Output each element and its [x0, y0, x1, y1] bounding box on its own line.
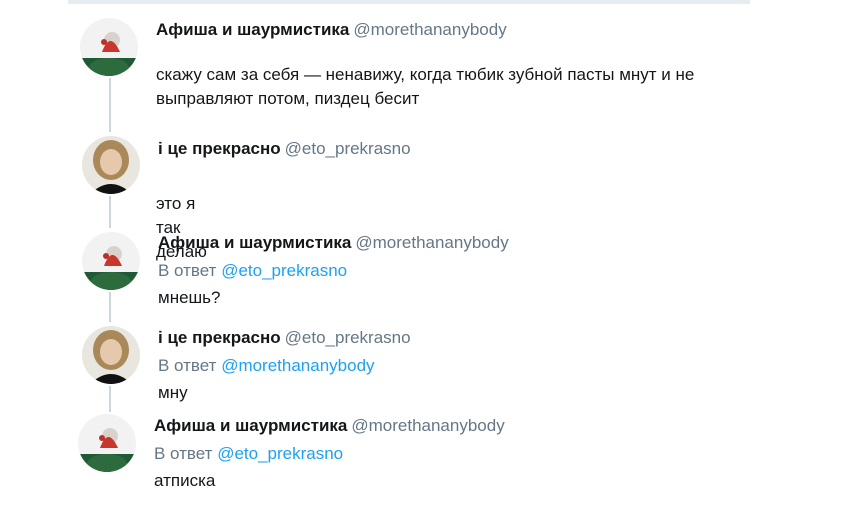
thread-connector — [109, 78, 111, 132]
tweet-header: Афиша и шаурмистика @morethananybody — [154, 416, 505, 436]
reply-context: В ответ @eto_prekrasno — [158, 261, 347, 281]
thread-connector — [109, 386, 111, 412]
reply-mention-link[interactable]: @morethananybody — [221, 356, 374, 375]
author-handle[interactable]: @morethananybody — [353, 20, 506, 39]
avatar[interactable] — [82, 136, 140, 194]
reply-context: В ответ @morethananybody — [158, 356, 375, 376]
tweet-text: скажу сам за себя — ненавижу, когда тюби… — [156, 63, 776, 111]
avatar[interactable] — [80, 18, 138, 76]
author-name[interactable]: і це прекрасно — [158, 139, 281, 158]
tweet-text: мну — [158, 383, 188, 402]
reply-context: В ответ @eto_prekrasno — [154, 444, 343, 464]
author-handle[interactable]: @morethananybody — [355, 233, 508, 252]
avatar[interactable] — [82, 326, 140, 384]
author-name[interactable]: і це прекрасно — [158, 328, 281, 347]
author-name[interactable]: Афиша и шаурмистика — [154, 416, 347, 435]
author-handle[interactable]: @morethananybody — [351, 416, 504, 435]
thread-connector — [109, 292, 111, 322]
top-divider — [68, 0, 750, 4]
author-handle[interactable]: @eto_prekrasno — [285, 139, 411, 158]
tweet-text: это я так делаю — [156, 194, 207, 261]
reply-prefix: В ответ — [158, 261, 217, 280]
thread-connector — [109, 196, 111, 228]
avatar[interactable] — [78, 414, 136, 472]
tweet-text-line: скажу сам за себя — ненавижу, когда тюби… — [156, 65, 695, 84]
author-name[interactable]: Афиша и шаурмистика — [156, 20, 349, 39]
tweet-header: Афиша и шаурмистика @morethananybody — [158, 233, 509, 253]
tweet-text-line: выправляют потом, пиздец бесит — [156, 89, 420, 108]
tweet-header: і це прекрасно @eto_prekrasno — [158, 328, 411, 348]
tweet-header: Афиша и шаурмистика @morethananybody — [156, 20, 507, 40]
tweet-header: і це прекрасно @eto_prekrasno — [158, 139, 411, 159]
tweet-text: атписка — [154, 471, 216, 490]
reply-prefix: В ответ — [154, 444, 213, 463]
tweet-text: мнешь? — [158, 288, 221, 307]
reply-mention-link[interactable]: @eto_prekrasno — [217, 444, 343, 463]
avatar[interactable] — [82, 232, 140, 290]
reply-prefix: В ответ — [158, 356, 217, 375]
author-handle[interactable]: @eto_prekrasno — [285, 328, 411, 347]
author-name[interactable]: Афиша и шаурмистика — [158, 233, 351, 252]
reply-mention-link[interactable]: @eto_prekrasno — [221, 261, 347, 280]
